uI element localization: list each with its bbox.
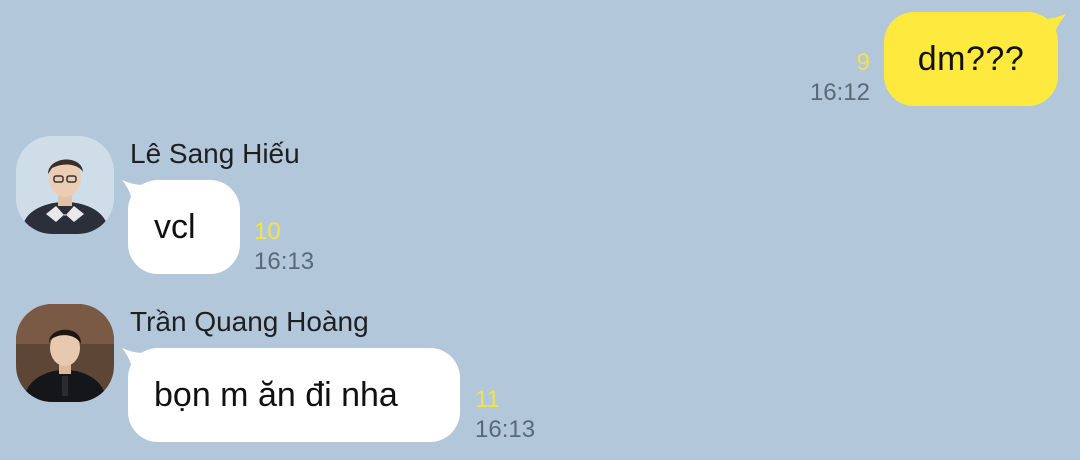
sender-name[interactable]: Trần Quang Hoàng bbox=[130, 306, 369, 338]
message-timestamp: 16:13 bbox=[254, 248, 315, 275]
message-bubble-incoming[interactable]: bọn m ăn đi nha bbox=[128, 348, 460, 442]
message-timestamp: 16:12 bbox=[809, 79, 870, 106]
user-avatar-icon bbox=[16, 304, 114, 402]
avatar[interactable] bbox=[16, 304, 114, 402]
unread-count: 9 bbox=[856, 49, 870, 76]
message-bubble-incoming[interactable]: vcl bbox=[128, 180, 240, 274]
user-avatar-icon bbox=[16, 136, 114, 234]
message-text: bọn m ăn đi nha bbox=[154, 375, 398, 414]
chat-message-list[interactable]: dm??? 9 16:12 Lê Sang Hiếu vcl 10 16:13 … bbox=[0, 0, 1080, 460]
avatar[interactable] bbox=[16, 136, 114, 234]
unread-count: 10 bbox=[254, 218, 281, 245]
message-text: dm??? bbox=[917, 39, 1025, 78]
unread-count: 11 bbox=[475, 386, 500, 413]
sender-name[interactable]: Lê Sang Hiếu bbox=[130, 138, 300, 170]
message-bubble-outgoing[interactable]: dm??? bbox=[884, 12, 1058, 106]
message-timestamp: 16:13 bbox=[475, 416, 536, 443]
message-text: vcl bbox=[154, 207, 196, 246]
